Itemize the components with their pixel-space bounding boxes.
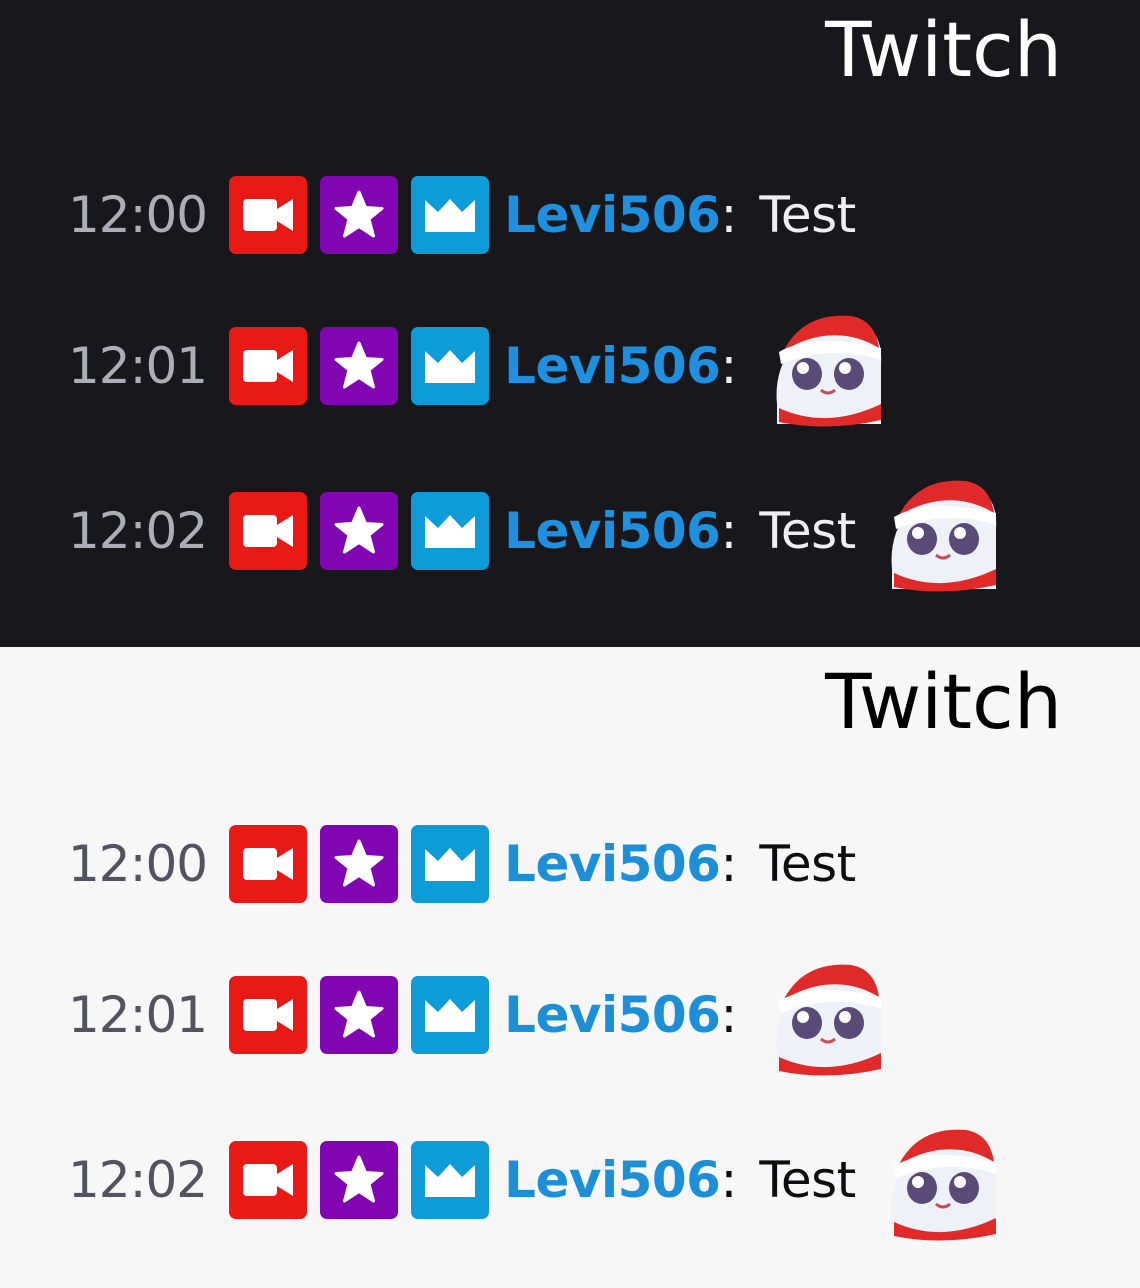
crown-icon bbox=[425, 199, 476, 232]
star-icon bbox=[334, 506, 384, 554]
broadcaster-badge[interactable] bbox=[229, 1141, 308, 1219]
video-camera-icon bbox=[243, 848, 294, 880]
santa-hat-emote-icon bbox=[776, 315, 882, 427]
separator: : bbox=[720, 1151, 738, 1209]
separator: : bbox=[720, 186, 738, 244]
timestamp: 12:00 bbox=[68, 186, 208, 244]
timestamp: 12:00 bbox=[68, 835, 208, 893]
santa-hat-emote-icon bbox=[776, 964, 882, 1076]
video-camera-icon bbox=[243, 1164, 294, 1196]
prime-badge[interactable] bbox=[411, 825, 490, 903]
panel-title: Twitch bbox=[825, 657, 1062, 746]
message-text: Test bbox=[759, 835, 856, 893]
video-camera-icon bbox=[243, 350, 294, 382]
star-icon bbox=[334, 1155, 384, 1203]
prime-badge[interactable] bbox=[411, 976, 490, 1054]
message-text: Test bbox=[759, 1151, 856, 1209]
subscriber-badge[interactable] bbox=[320, 976, 399, 1054]
broadcaster-badge[interactable] bbox=[229, 976, 308, 1054]
separator: : bbox=[720, 835, 738, 893]
timestamp: 12:02 bbox=[68, 1151, 208, 1209]
video-camera-icon bbox=[243, 515, 294, 547]
crown-icon bbox=[425, 848, 476, 881]
separator: : bbox=[720, 986, 738, 1044]
crown-icon bbox=[425, 515, 476, 548]
username[interactable]: Levi506 bbox=[504, 835, 721, 893]
username[interactable]: Levi506 bbox=[504, 1151, 721, 1209]
star-icon bbox=[334, 190, 384, 238]
star-icon bbox=[334, 341, 384, 389]
crown-icon bbox=[425, 999, 476, 1032]
username[interactable]: Levi506 bbox=[504, 986, 721, 1044]
timestamp: 12:02 bbox=[68, 502, 208, 560]
subscriber-badge[interactable] bbox=[320, 176, 399, 254]
username[interactable]: Levi506 bbox=[504, 502, 721, 560]
subscriber-badge[interactable] bbox=[320, 825, 399, 903]
chat-message: 12:02 Levi506 : Test bbox=[68, 1129, 1002, 1241]
video-camera-icon bbox=[243, 199, 294, 231]
subscriber-badge[interactable] bbox=[320, 1141, 399, 1219]
message-text: Test bbox=[759, 186, 856, 244]
star-icon bbox=[334, 839, 384, 887]
chat-panel-light: Twitch 12:00 Levi506 : Test 12:01 Levi50… bbox=[0, 647, 1140, 1288]
username[interactable]: Levi506 bbox=[504, 186, 721, 244]
broadcaster-badge[interactable] bbox=[229, 176, 308, 254]
chat-message: 12:02 Levi506 : Test bbox=[68, 480, 1002, 592]
prime-badge[interactable] bbox=[411, 327, 490, 405]
separator: : bbox=[720, 337, 738, 395]
prime-badge[interactable] bbox=[411, 1141, 490, 1219]
crown-icon bbox=[425, 1164, 476, 1197]
broadcaster-badge[interactable] bbox=[229, 492, 308, 570]
message-text: Test bbox=[759, 502, 856, 560]
crown-icon bbox=[425, 350, 476, 383]
santa-hat-emote-icon bbox=[891, 1129, 996, 1241]
subscriber-badge[interactable] bbox=[320, 492, 399, 570]
video-camera-icon bbox=[243, 999, 294, 1031]
broadcaster-badge[interactable] bbox=[229, 825, 308, 903]
star-icon bbox=[334, 990, 384, 1038]
chat-message: 12:01 Levi506 : bbox=[68, 964, 887, 1076]
separator: : bbox=[720, 502, 738, 560]
panel-title: Twitch bbox=[825, 5, 1062, 94]
subscriber-badge[interactable] bbox=[320, 327, 399, 405]
broadcaster-badge[interactable] bbox=[229, 327, 308, 405]
santa-hat-emote-icon bbox=[891, 480, 996, 592]
chat-panel-dark: Twitch 12:00 Levi506 : Test 12:01 Levi50… bbox=[0, 0, 1140, 647]
chat-message: 12:00 Levi506 : Test bbox=[68, 824, 856, 904]
timestamp: 12:01 bbox=[68, 337, 208, 395]
chat-message: 12:01 Levi506 : bbox=[68, 315, 887, 427]
timestamp: 12:01 bbox=[68, 986, 208, 1044]
username[interactable]: Levi506 bbox=[504, 337, 721, 395]
chat-message: 12:00 Levi506 : Test bbox=[68, 175, 856, 255]
prime-badge[interactable] bbox=[411, 176, 490, 254]
prime-badge[interactable] bbox=[411, 492, 490, 570]
